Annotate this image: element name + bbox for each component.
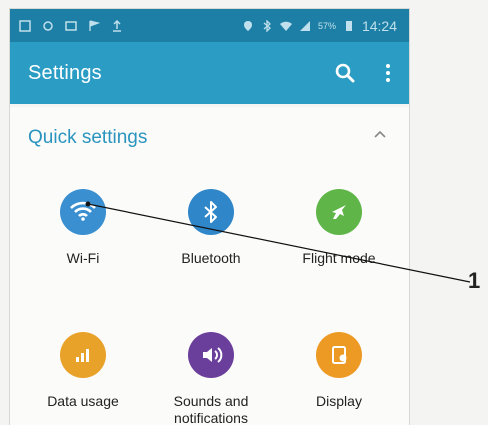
callout-line — [85, 201, 471, 283]
callout-number: 1 — [468, 268, 481, 293]
